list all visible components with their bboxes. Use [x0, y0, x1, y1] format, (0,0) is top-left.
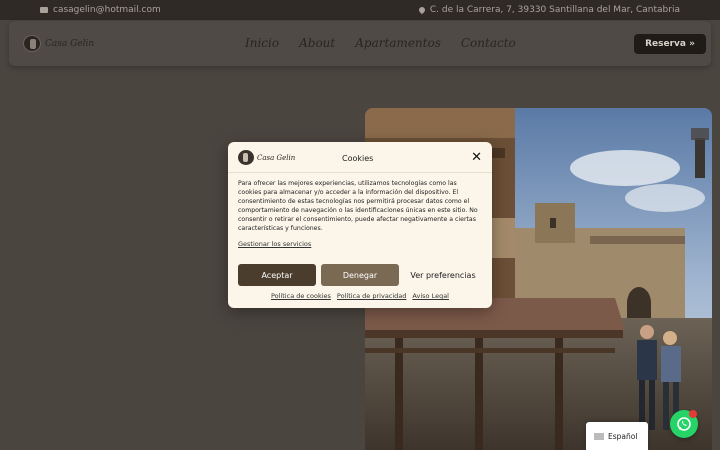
- accept-button[interactable]: Aceptar: [238, 264, 316, 286]
- location-pin-icon: [417, 5, 427, 15]
- whatsapp-icon: [677, 417, 691, 431]
- contact-address: C. de la Carrera, 7, 39330 Santillana de…: [417, 5, 680, 15]
- logo-text: Casa Gelin: [45, 38, 95, 49]
- privacy-policy-link[interactable]: Política de privacidad: [337, 292, 407, 300]
- contact-email[interactable]: casagelin@hotmail.com: [40, 5, 161, 15]
- legal-notice-link[interactable]: Aviso Legal: [412, 292, 449, 300]
- flag-icon: [594, 432, 604, 440]
- language-label: Español: [608, 431, 638, 441]
- email-text[interactable]: casagelin@hotmail.com: [53, 5, 161, 15]
- cookie-description: Para ofrecer las mejores experiencias, u…: [238, 180, 478, 232]
- nav-item-inicio[interactable]: Inicio: [245, 36, 279, 50]
- nav-item-apartamentos[interactable]: Apartamentos: [355, 36, 441, 50]
- close-icon[interactable]: ✕: [471, 151, 482, 164]
- nav-item-contacto[interactable]: Contacto: [461, 36, 516, 50]
- modal-logo-text: Casa Gelin: [257, 153, 296, 162]
- address-text: C. de la Carrera, 7, 39330 Santillana de…: [429, 5, 680, 15]
- modal-divider: [228, 172, 492, 173]
- site-logo[interactable]: Casa Gelin: [23, 35, 94, 52]
- logo-mark-icon: [238, 150, 254, 165]
- top-bar: casagelin@hotmail.com C. de la Carrera, …: [0, 0, 720, 20]
- view-preferences-button[interactable]: Ver preferencias: [404, 264, 482, 286]
- cookie-policy-link[interactable]: Política de cookies: [271, 292, 331, 300]
- main-navbar: Casa Gelin Inicio About Apartamentos Con…: [9, 21, 711, 66]
- cookie-consent-modal: Casa Gelin Cookies ✕ Para ofrecer las me…: [228, 142, 492, 308]
- nav-item-about[interactable]: About: [299, 36, 335, 50]
- language-switcher[interactable]: Español: [586, 422, 648, 450]
- policy-links: Política de cookies Política de privacid…: [228, 292, 492, 300]
- logo-mark-icon: [23, 35, 41, 52]
- modal-logo: Casa Gelin: [238, 150, 295, 165]
- mail-icon: [40, 7, 48, 13]
- notification-badge: [689, 410, 697, 418]
- manage-services-link[interactable]: Gestionar los servicios: [238, 240, 311, 248]
- deny-button[interactable]: Denegar: [321, 264, 399, 286]
- reserva-button[interactable]: Reserva »: [634, 34, 706, 54]
- modal-title: Cookies: [342, 154, 374, 163]
- nav-links: Inicio About Apartamentos Contacto: [245, 36, 516, 50]
